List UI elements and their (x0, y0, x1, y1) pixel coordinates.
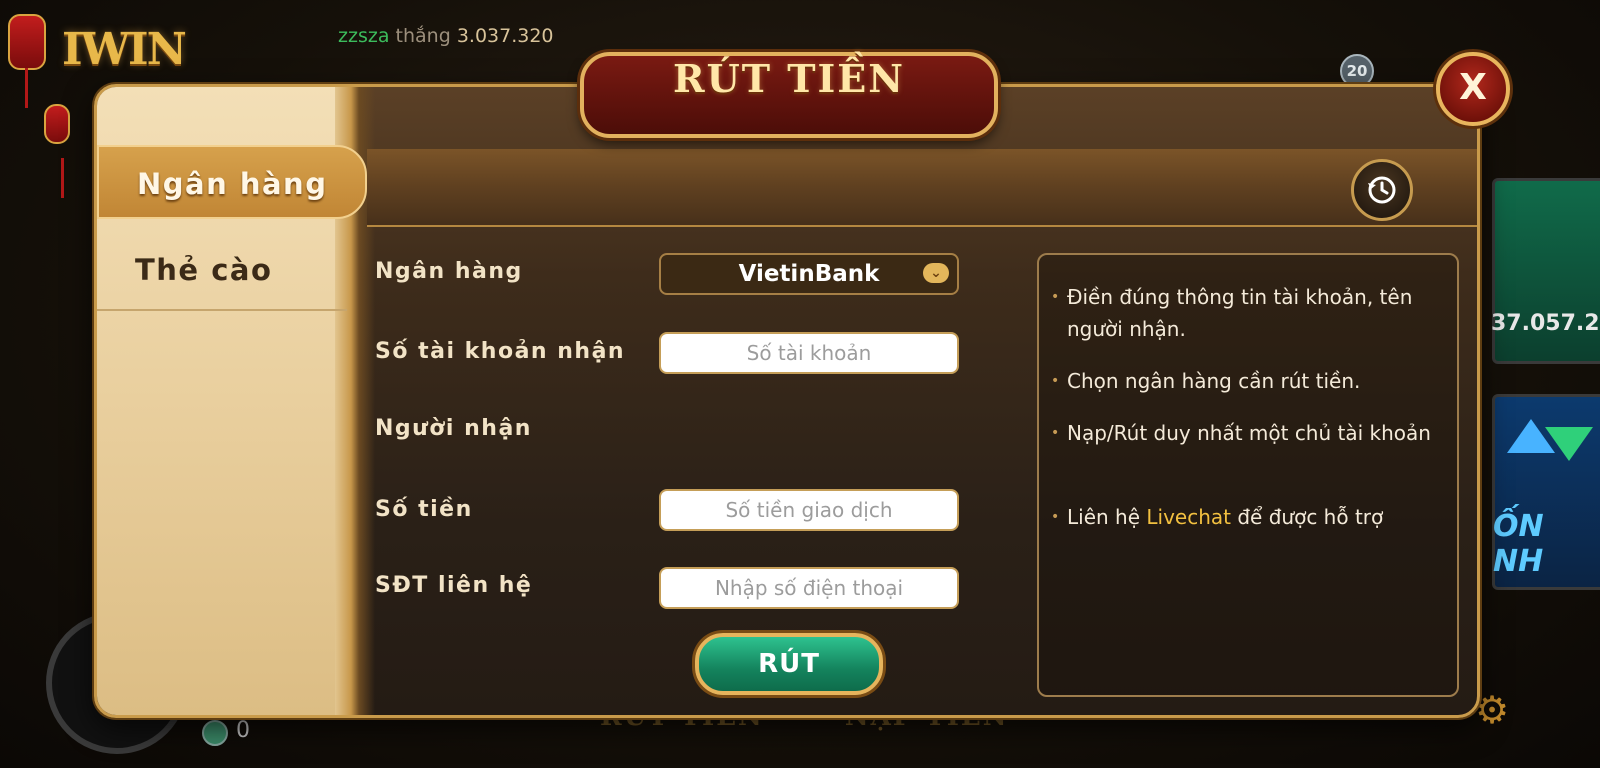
game-card-pho[interactable]: 37.057.20 (1491, 178, 1600, 364)
bank-select-value: VietinBank (738, 261, 880, 287)
withdraw-dialog: Ngân hàng Thẻ cào Ngân hàng VietinBank ⌄… (94, 84, 1480, 718)
note-text: Liên hệ (1067, 505, 1141, 529)
coin-count: 0 (236, 718, 250, 743)
coin-icon (202, 720, 228, 746)
level-badge: 20 (1340, 54, 1374, 88)
game-card-updown[interactable]: ỐN NH (1492, 394, 1600, 590)
note-text: để được hỗ trợ (1237, 505, 1384, 529)
note-item: Điền đúng thông tin tài khoản, tên người… (1051, 281, 1447, 345)
note-item: Chọn ngân hàng cần rút tiền. (1051, 365, 1447, 397)
note-item: Liên hệ Livechat để được hỗ trợ (1051, 501, 1447, 533)
amount-input[interactable] (659, 489, 959, 531)
jackpot-amount: 37.057.20 (1491, 311, 1600, 336)
withdraw-submit-button[interactable]: RÚT (695, 633, 883, 695)
ticker-action: thắng (395, 25, 451, 47)
bank-select[interactable]: VietinBank ⌄ (659, 253, 959, 295)
sidebar-divider (97, 309, 347, 311)
account-number-input[interactable] (659, 332, 959, 374)
history-button[interactable] (1351, 159, 1413, 221)
ticker-user: zzsza (338, 25, 390, 47)
game-card-label: ỐN NH (1493, 509, 1544, 579)
bank-label: Ngân hàng (375, 259, 523, 284)
phone-label: SĐT liên hệ (375, 573, 533, 598)
amount-label: Số tiền (375, 497, 473, 522)
dialog-title-banner: RÚT TIỀN (580, 52, 998, 138)
sidebar-item-card[interactable]: Thẻ cào (97, 233, 367, 307)
history-icon (1368, 176, 1396, 204)
ticker-amount: 3.037.320 (456, 25, 554, 47)
gear-icon[interactable]: ⚙ (1475, 688, 1509, 732)
arrow-down-icon (1545, 427, 1593, 461)
receiver-label: Người nhận (375, 416, 532, 441)
game-logo: IWIN (62, 24, 187, 75)
notes-box: Điền đúng thông tin tài khoản, tên người… (1037, 253, 1459, 697)
close-button[interactable]: X (1436, 52, 1510, 126)
win-ticker: zzsza thắng 3.037.320 (338, 25, 554, 47)
phone-input[interactable] (659, 567, 959, 609)
lantern-decoration (44, 104, 70, 198)
sidebar-item-bank[interactable]: Ngân hàng (97, 145, 367, 219)
livechat-link[interactable]: Livechat (1146, 505, 1231, 529)
dialog-topbar (367, 149, 1477, 227)
account-label: Số tài khoản nhận (375, 339, 626, 364)
lantern-decoration (8, 14, 46, 108)
dialog-title: RÚT TIỀN (673, 56, 905, 101)
note-item: Nạp/Rút duy nhất một chủ tài khoản (1051, 417, 1447, 449)
chevron-down-icon: ⌄ (923, 263, 949, 283)
